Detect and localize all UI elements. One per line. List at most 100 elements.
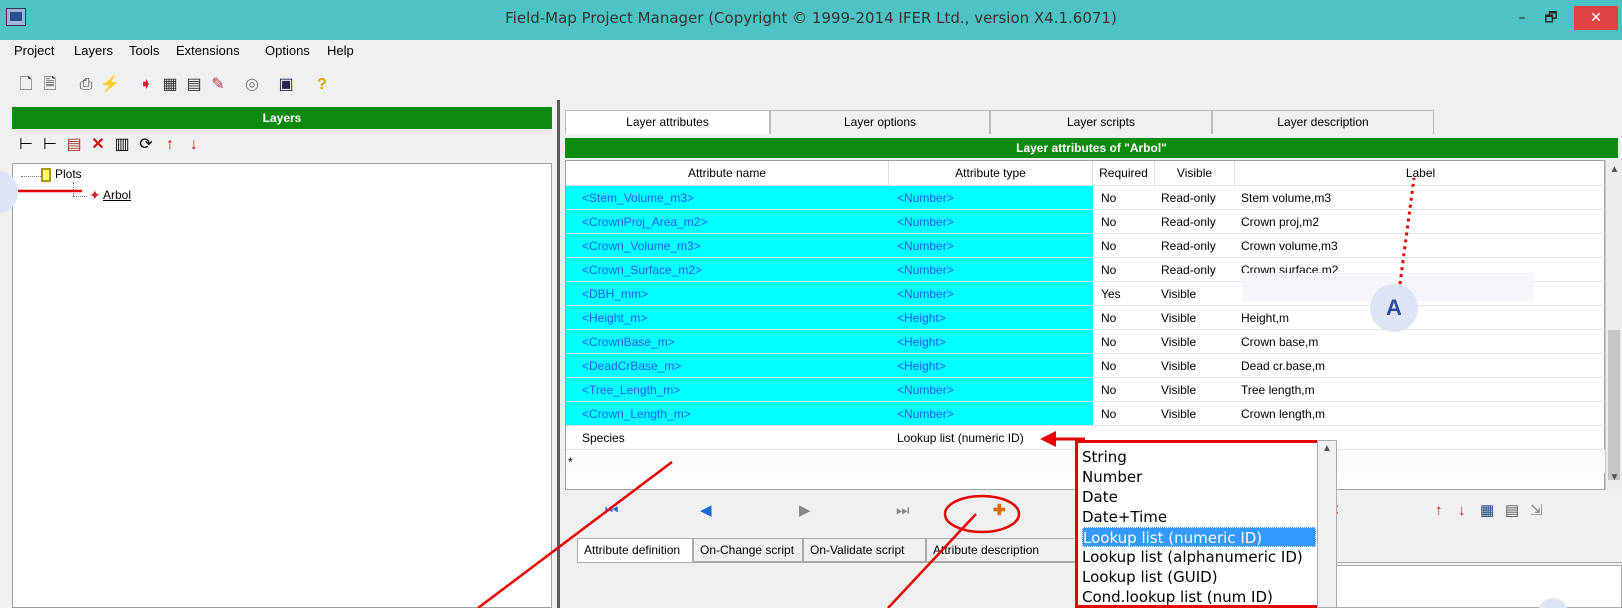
move-up-icon[interactable]: ↑	[160, 135, 180, 155]
table-row[interactable]: <DeadCrBase_m> <Height> No Visible Dead cr.b…	[566, 353, 1606, 378]
export-attribute-icon[interactable]: ⇲	[1530, 501, 1543, 521]
cell-label[interactable]: Crown length,m	[1235, 402, 1606, 426]
cell-visible[interactable]: Visible	[1155, 306, 1235, 330]
lightning-icon[interactable]: ⚡	[100, 75, 120, 95]
menu-tools[interactable]: Tools	[129, 43, 159, 58]
cell-required[interactable]: No	[1093, 306, 1155, 330]
monitor-icon[interactable]: ▣	[276, 75, 296, 95]
table-row[interactable]: <Stem_Volume_m3> <Number> No Read-only Stem …	[566, 185, 1606, 210]
menu-layers[interactable]: Layers	[74, 43, 113, 58]
open-project-icon[interactable]: 🗎	[40, 75, 60, 95]
cell-visible[interactable]: Visible	[1155, 354, 1235, 378]
cell-attribute-type[interactable]: <Height>	[889, 354, 1093, 378]
cell-visible[interactable]: Visible	[1155, 330, 1235, 354]
cell-attribute-name[interactable]: <DeadCrBase_m>	[566, 354, 889, 378]
table-row[interactable]: <Crown_Volume_m3> <Number> No Read-only Crow…	[566, 233, 1606, 258]
dropdown-option[interactable]: Date+Time	[1082, 507, 1167, 527]
cell-required[interactable]: No	[1093, 234, 1155, 258]
dropdown-option[interactable]: Cond.lookup list (num ID)	[1082, 587, 1273, 607]
cell-required[interactable]: No	[1093, 330, 1155, 354]
menu-options[interactable]: Options	[265, 43, 310, 58]
tree-node-plots[interactable]: Plots	[55, 167, 82, 181]
dropdown-option-selected[interactable]: Lookup list (numeric ID)	[1082, 527, 1316, 547]
cell-attribute-name[interactable]: <Crown_Volume_m3>	[566, 234, 889, 258]
table-row[interactable]: <CrownBase_m> <Height> No Visible Crown base…	[566, 329, 1606, 354]
cell-attribute-name[interactable]: <Crown_Length_m>	[566, 402, 889, 426]
cell-attribute-name[interactable]: <CrownProj_Area_m2>	[566, 210, 889, 234]
table-icon[interactable]: ▦	[160, 75, 180, 95]
cell-attribute-name[interactable]: <Tree_Length_m>	[566, 378, 889, 402]
tab-layer-scripts[interactable]: Layer scripts	[990, 110, 1212, 134]
refresh-icon[interactable]: ⟳	[136, 135, 156, 155]
cell-required[interactable]: No	[1093, 354, 1155, 378]
tab-on-validate-script[interactable]: On-Validate script	[803, 538, 926, 562]
column-visible[interactable]: Visible	[1155, 161, 1235, 185]
first-record-icon[interactable]: ⏮	[605, 501, 619, 521]
prior-record-icon[interactable]: ◀	[700, 501, 712, 521]
scroll-up-icon[interactable]: ▲	[1606, 164, 1622, 175]
dropdown-option[interactable]: Date	[1082, 487, 1118, 507]
dropdown-option[interactable]: Lookup list (GUID)	[1082, 567, 1218, 587]
tab-on-change-script[interactable]: On-Change script	[693, 538, 803, 562]
cell-label[interactable]: Crown volume,m3	[1235, 234, 1606, 258]
cell-attribute-type[interactable]: <Number>	[889, 186, 1093, 210]
grid-view-icon[interactable]: ▦	[1480, 501, 1494, 521]
cell-visible[interactable]: Visible	[1155, 282, 1235, 306]
tree-node-arbol[interactable]: Arbol	[103, 188, 131, 202]
column-required[interactable]: Required	[1093, 161, 1155, 185]
cell-attribute-type[interactable]: <Height>	[889, 306, 1093, 330]
move-attribute-down-icon[interactable]: ↓	[1458, 501, 1466, 521]
cell-attribute-name[interactable]: <DBH_mm>	[566, 282, 889, 306]
menu-project[interactable]: Project	[14, 43, 54, 58]
cell-attribute-type[interactable]: <Number>	[889, 282, 1093, 306]
minimize-button[interactable]: –	[1510, 6, 1534, 30]
cell-attribute-type[interactable]: <Number>	[889, 234, 1093, 258]
add-sublayer-icon[interactable]: ⊢	[40, 135, 60, 155]
cell-attribute-name[interactable]: <Height_m>	[566, 306, 889, 330]
cell-label[interactable]: Stem volume,m3	[1235, 186, 1606, 210]
cell-attribute-type[interactable]: <Number>	[889, 378, 1093, 402]
panel-splitter[interactable]	[557, 100, 560, 608]
layers-tree[interactable]: Plots ✦ Arbol	[12, 163, 552, 608]
cell-required[interactable]: No	[1093, 378, 1155, 402]
cell-required[interactable]: Yes	[1093, 282, 1155, 306]
grid-vertical-scrollbar[interactable]: ▲ ▼	[1605, 160, 1622, 490]
dropdown-option[interactable]: Number	[1082, 467, 1142, 487]
cell-required[interactable]: No	[1093, 258, 1155, 282]
cell-required[interactable]: No	[1093, 186, 1155, 210]
maximize-button[interactable]: 🗗	[1539, 6, 1563, 30]
cell-visible[interactable]: Read-only	[1155, 186, 1235, 210]
scroll-down-icon[interactable]: ▼	[1606, 472, 1622, 483]
export-icon[interactable]: ➧	[136, 75, 156, 95]
tab-layer-options[interactable]: Layer options	[770, 110, 990, 134]
scroll-up-icon[interactable]: ▲	[1318, 443, 1336, 454]
cell-visible[interactable]: Read-only	[1155, 234, 1235, 258]
cell-attribute-name[interactable]: Species	[566, 426, 889, 450]
cell-visible[interactable]: Visible	[1155, 378, 1235, 402]
cell-label[interactable]: Crown base,m	[1235, 330, 1606, 354]
move-down-icon[interactable]: ↓	[184, 135, 204, 155]
cell-visible[interactable]: Read-only	[1155, 210, 1235, 234]
report-icon[interactable]: ▤	[184, 75, 204, 95]
cell-label[interactable]: Crown proj,m2	[1235, 210, 1606, 234]
close-button[interactable]: ✕	[1574, 6, 1618, 30]
cell-label[interactable]: Tree length,m	[1235, 378, 1606, 402]
dropdown-scrollbar[interactable]: ▲	[1317, 440, 1337, 608]
tab-attribute-definition[interactable]: Attribute definition	[577, 538, 693, 562]
add-layer-icon[interactable]: ⊢	[16, 135, 36, 155]
layer-properties-icon[interactable]: ▥	[112, 135, 132, 155]
cell-label[interactable]: Height,m	[1235, 306, 1606, 330]
column-label[interactable]: Label	[1235, 161, 1606, 185]
copy-layer-icon[interactable]: ▤	[64, 135, 84, 155]
table-row[interactable]: <CrownProj_Area_m2> <Number> No Read-only Cr…	[566, 209, 1606, 234]
cell-attribute-type[interactable]: <Number>	[889, 258, 1093, 282]
menu-help[interactable]: Help	[327, 43, 354, 58]
new-project-icon[interactable]: 🗋	[16, 75, 36, 95]
tab-attribute-description[interactable]: Attribute description	[926, 538, 1076, 562]
cell-visible[interactable]: Visible	[1155, 402, 1235, 426]
table-row[interactable]: <Height_m> <Height> No Visible Height,m	[566, 305, 1606, 330]
help-icon[interactable]: ?	[312, 75, 332, 95]
table-row[interactable]: <Crown_Length_m> <Number> No Visible Crown l…	[566, 401, 1606, 426]
cell-visible[interactable]: Read-only	[1155, 258, 1235, 282]
cell-attribute-name[interactable]: <Stem_Volume_m3>	[566, 186, 889, 210]
